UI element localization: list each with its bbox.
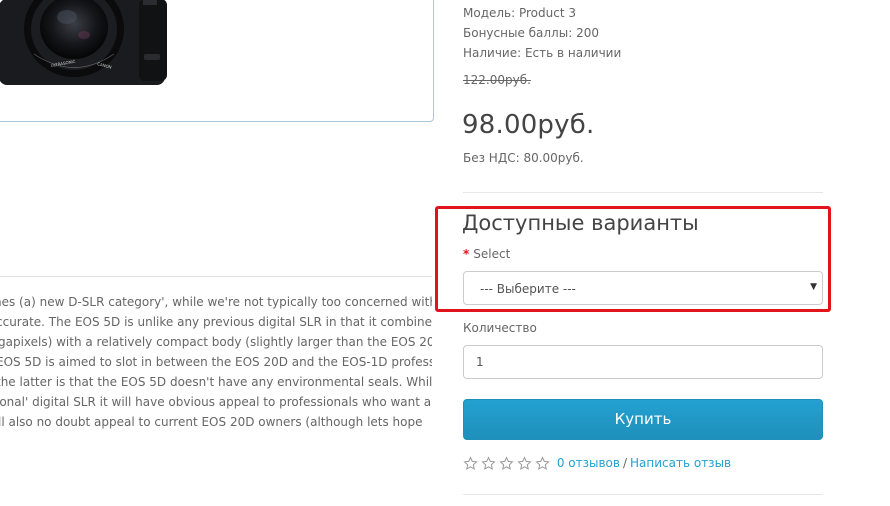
- star-empty-icon: [481, 456, 496, 470]
- product-bonus-points: Бонусные баллы: 200: [463, 26, 599, 40]
- reviews-separator: /: [622, 456, 627, 470]
- option-select-label: * Select: [463, 247, 510, 261]
- description-line: ional' digital SLR it will have obvious …: [0, 395, 432, 409]
- product-description: nes (a) new D-SLR category', while we're…: [0, 292, 432, 432]
- star-empty-icon: [463, 456, 478, 470]
- chevron-down-icon: ▼: [810, 282, 817, 292]
- reviews-count-link[interactable]: 0 отзывов: [557, 456, 620, 470]
- quantity-input[interactable]: [463, 345, 823, 379]
- required-mark: *: [463, 247, 470, 261]
- option-select-label-text: Select: [473, 247, 511, 261]
- product-info-list: Модель: Product 3 Бонусные баллы: 200 На…: [463, 3, 621, 63]
- description-line: ll also no doubt appeal to current EOS 2…: [0, 415, 423, 429]
- description-line: EOS 5D is aimed to slot in between the E…: [0, 355, 432, 369]
- divider: [0, 276, 432, 277]
- options-title: Доступные варианты: [462, 211, 699, 235]
- product-image-frame[interactable]: ULTRASONIC CANON: [0, 0, 434, 122]
- product-image-camera[interactable]: ULTRASONIC CANON: [0, 0, 179, 89]
- write-review-link[interactable]: Написать отзыв: [630, 456, 731, 470]
- option-select[interactable]: --- Выберите --- ▼: [463, 271, 823, 305]
- price-ex-tax: Без НДС: 80.00руб.: [463, 151, 584, 165]
- product-availability: Наличие: Есть в наличии: [463, 46, 622, 60]
- old-price: 122.00руб.: [463, 73, 531, 87]
- quantity-label: Количество: [463, 321, 537, 335]
- option-select-value: --- Выберите ---: [480, 282, 576, 296]
- star-empty-icon: [517, 456, 532, 470]
- buy-button[interactable]: Купить: [463, 399, 823, 440]
- star-empty-icon: [535, 456, 550, 470]
- rating-row: 0 отзывов / Написать отзыв: [463, 456, 731, 471]
- description-line: nes (a) new D-SLR category', while we're…: [0, 295, 432, 309]
- divider: [463, 494, 823, 495]
- rating-stars: [463, 456, 553, 471]
- star-empty-icon: [499, 456, 514, 470]
- description-line: ccurate. The EOS 5D is unlike any previo…: [0, 315, 432, 329]
- description-line: gapixels) with a relatively compact body…: [0, 335, 432, 349]
- divider: [463, 192, 823, 193]
- description-line: the latter is that the EOS 5D doesn't ha…: [0, 375, 432, 389]
- product-model: Модель: Product 3: [463, 6, 576, 20]
- current-price: 98.00руб.: [462, 110, 595, 140]
